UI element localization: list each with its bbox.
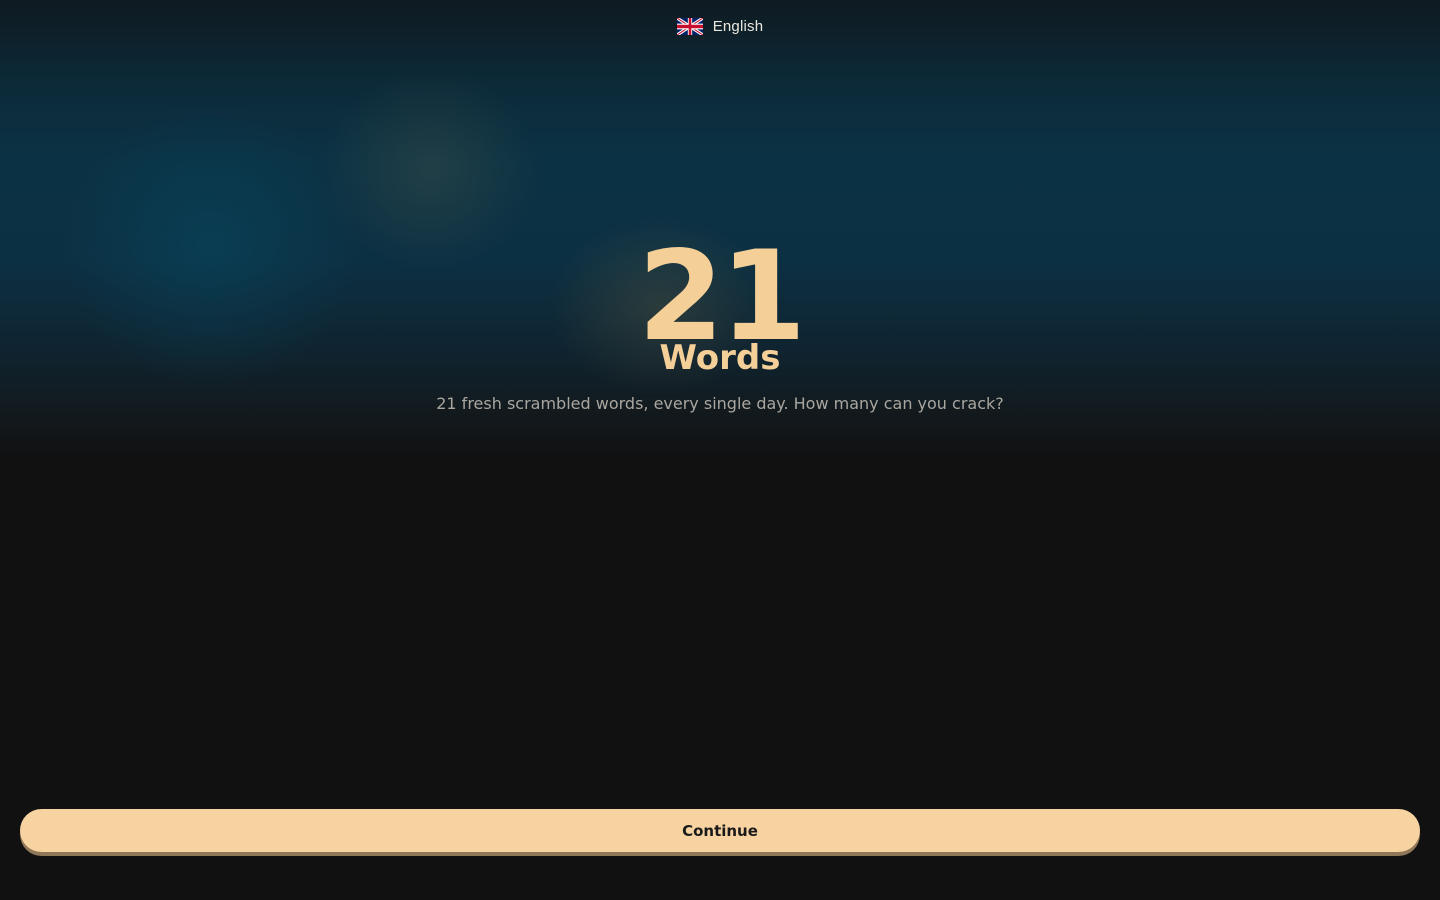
language-label: English <box>712 18 764 35</box>
continue-button[interactable]: Continue <box>20 809 1420 852</box>
uk-flag-icon <box>676 18 703 35</box>
logo-word: Words <box>659 338 781 378</box>
game-logo: 21 Words <box>0 235 1440 375</box>
language-selector[interactable]: English <box>0 18 1440 35</box>
tagline: 21 fresh scrambled words, every single d… <box>436 394 1004 413</box>
start-screen: English 21 Words 21 fresh scrambled word… <box>0 0 1440 900</box>
